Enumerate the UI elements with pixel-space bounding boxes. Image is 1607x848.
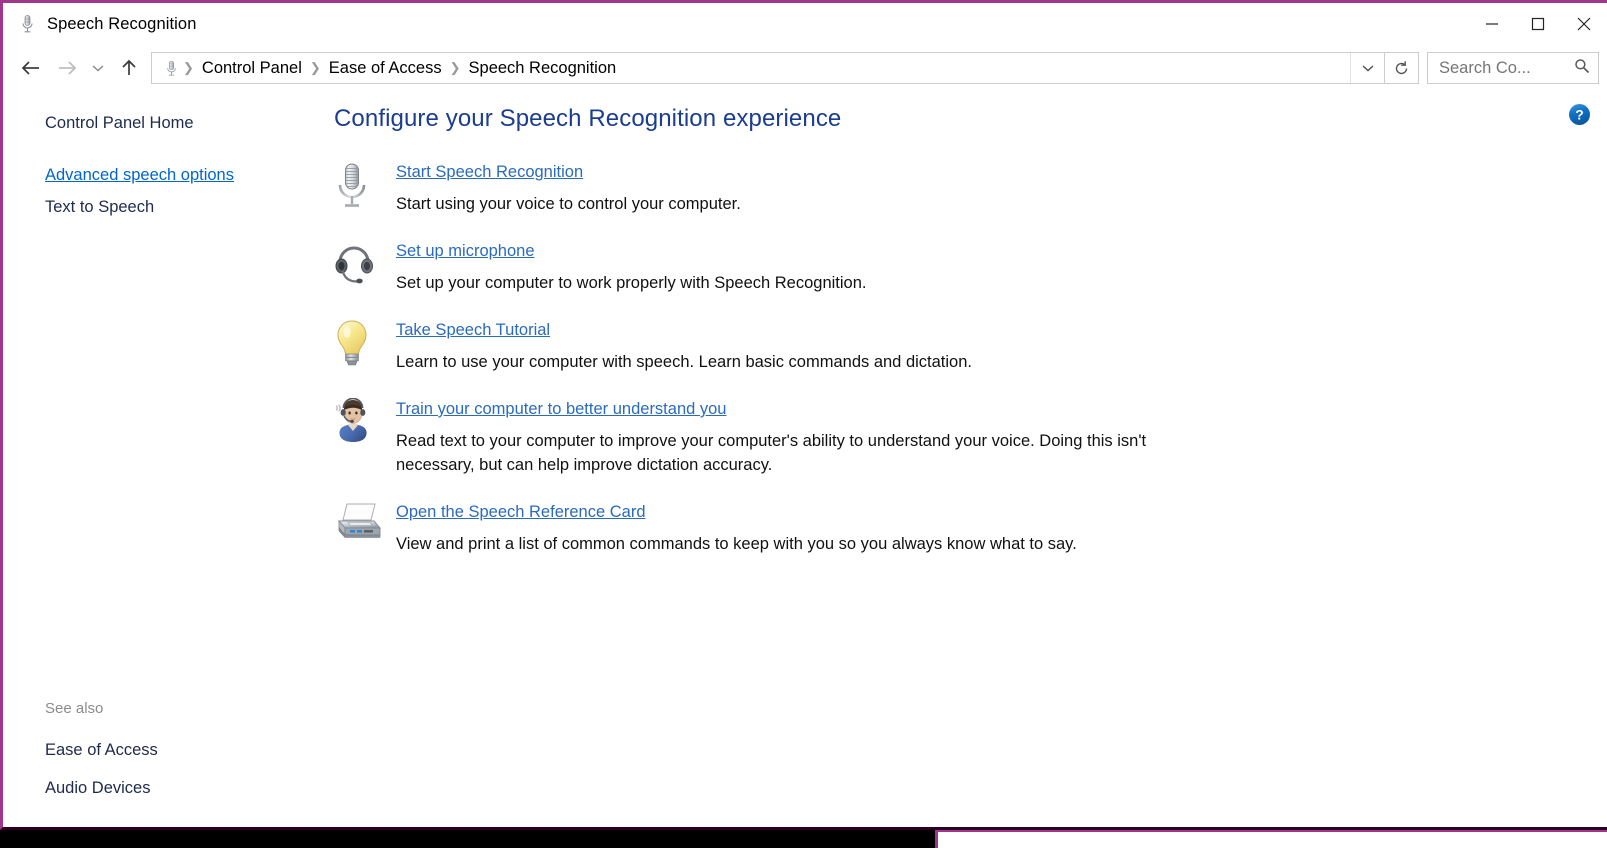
- task-body: Start Speech Recognition Start using you…: [396, 159, 1607, 216]
- sidebar-item-advanced-speech-options[interactable]: Advanced speech options: [3, 159, 328, 191]
- person-headset-icon: [334, 396, 396, 477]
- back-button[interactable]: [13, 51, 49, 85]
- content-area: Control Panel Home Advanced speech optio…: [3, 91, 1607, 827]
- page-title: Configure your Speech Recognition experi…: [334, 105, 842, 132]
- window-title: Speech Recognition: [47, 14, 197, 33]
- title-bar: Speech Recognition: [3, 3, 1607, 45]
- task-description: View and print a list of common commands…: [396, 535, 1077, 553]
- task-description: Learn to use your computer with speech. …: [396, 353, 972, 371]
- task-description: Start using your voice to control your c…: [396, 195, 741, 213]
- task-start-speech-recognition: Start Speech Recognition Start using you…: [328, 159, 1607, 216]
- chevron-down-icon[interactable]: [1350, 53, 1384, 83]
- refresh-button[interactable]: [1385, 52, 1419, 84]
- sidebar: Control Panel Home Advanced speech optio…: [3, 91, 328, 827]
- task-body: Take Speech Tutorial Learn to use your c…: [396, 317, 1607, 374]
- up-button[interactable]: [111, 51, 147, 85]
- breadcrumb-separator: ❯: [183, 60, 194, 75]
- sidebar-item-control-panel-home[interactable]: Control Panel Home: [3, 107, 328, 139]
- breadcrumb-separator: ❯: [449, 60, 461, 75]
- search-input[interactable]: [1439, 58, 1574, 78]
- recent-locations-button[interactable]: [85, 51, 111, 85]
- printer-icon: [334, 499, 396, 556]
- task-description: Set up your computer to work properly wi…: [396, 274, 867, 292]
- forward-button: [49, 51, 85, 85]
- minimize-button[interactable]: [1469, 3, 1515, 45]
- task-train-your-computer: Train your computer to better understand…: [328, 396, 1607, 477]
- search-icon[interactable]: [1574, 58, 1590, 79]
- address-bar[interactable]: ❯ Control Panel ❯ Ease of Access ❯ Speec…: [151, 52, 1385, 84]
- background-window-edge: [935, 830, 1607, 848]
- microphone-icon: [334, 159, 396, 216]
- task-take-speech-tutorial: Take Speech Tutorial Learn to use your c…: [328, 317, 1607, 374]
- help-button[interactable]: ?: [1568, 103, 1591, 126]
- link-train-your-computer[interactable]: Train your computer to better understand…: [396, 398, 726, 420]
- close-button[interactable]: [1561, 3, 1607, 45]
- microphone-icon: [17, 13, 37, 35]
- task-description: Read text to your computer to improve yo…: [396, 432, 1147, 474]
- navigation-bar: ❯ Control Panel ❯ Ease of Access ❯ Speec…: [3, 45, 1607, 91]
- breadcrumb-ease-of-access[interactable]: Ease of Access: [322, 59, 449, 78]
- search-box[interactable]: [1427, 52, 1599, 84]
- svg-text:?: ?: [1575, 107, 1584, 123]
- task-set-up-microphone: Set up microphone Set up your computer t…: [328, 238, 1607, 295]
- main-panel: ? Configure your Speech Recognition expe…: [328, 91, 1607, 827]
- breadcrumb-separator: ❯: [309, 60, 321, 75]
- window-controls: [1469, 3, 1607, 45]
- sidebar-item-text-to-speech[interactable]: Text to Speech: [3, 191, 328, 223]
- task-open-speech-reference-card: Open the Speech Reference Card View and …: [328, 499, 1607, 556]
- speech-recognition-window: Speech Recognition ❯ Control Panel ❯ Eas…: [0, 0, 1607, 830]
- link-take-speech-tutorial[interactable]: Take Speech Tutorial: [396, 319, 550, 341]
- see-also-item-audio-devices[interactable]: Audio Devices: [3, 769, 328, 807]
- task-body: Open the Speech Reference Card View and …: [396, 499, 1607, 556]
- link-set-up-microphone[interactable]: Set up microphone: [396, 240, 535, 262]
- task-body: Train your computer to better understand…: [396, 396, 1607, 477]
- breadcrumb-microphone-icon: [162, 58, 180, 78]
- headset-icon: [334, 238, 396, 295]
- screen-bottom-strip: [0, 830, 1607, 848]
- maximize-button[interactable]: [1515, 3, 1561, 45]
- breadcrumb-speech-recognition[interactable]: Speech Recognition: [462, 59, 624, 78]
- link-start-speech-recognition[interactable]: Start Speech Recognition: [396, 161, 583, 183]
- see-also-heading: See also: [45, 700, 104, 717]
- task-body: Set up microphone Set up your computer t…: [396, 238, 1607, 295]
- lightbulb-icon: [334, 317, 396, 374]
- see-also-item-ease-of-access[interactable]: Ease of Access: [3, 731, 328, 769]
- link-open-speech-reference-card[interactable]: Open the Speech Reference Card: [396, 501, 646, 523]
- see-also-section: See also Ease of Access Audio Devices: [3, 700, 328, 807]
- breadcrumb-control-panel[interactable]: Control Panel: [195, 59, 309, 78]
